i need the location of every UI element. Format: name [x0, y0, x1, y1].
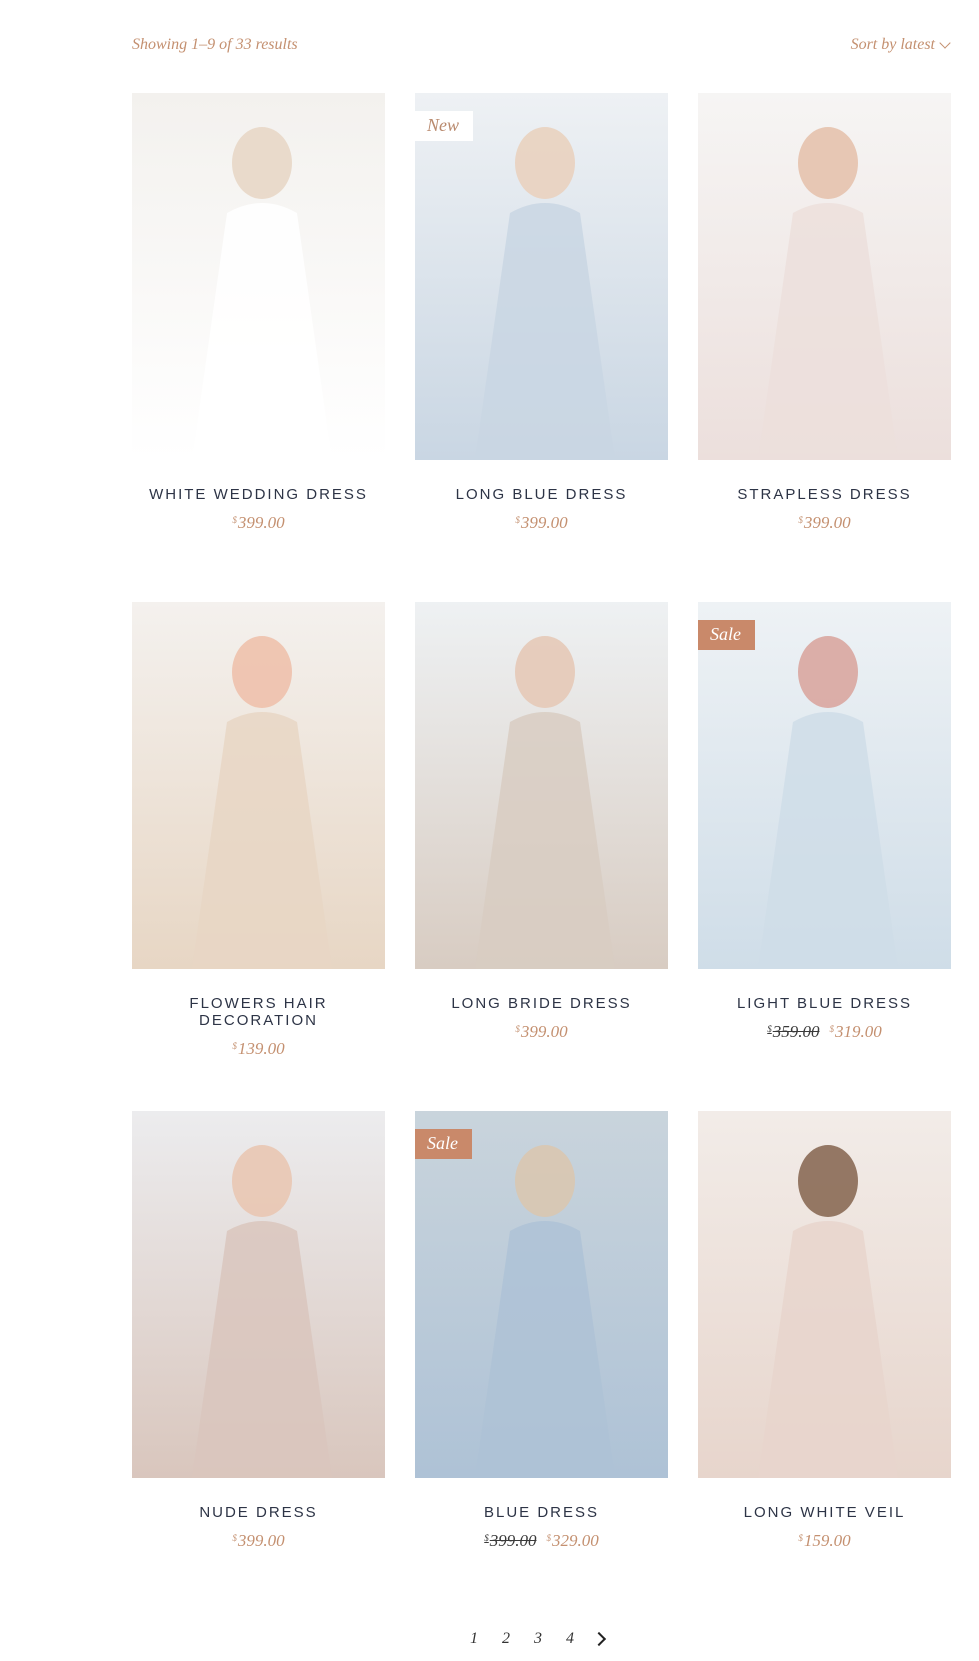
product-price: $399.00 $329.00 — [415, 1531, 668, 1551]
current-price: $399.00 — [798, 513, 851, 532]
page-link-3[interactable]: 3 — [534, 1630, 542, 1648]
product-image[interactable]: New — [415, 93, 668, 460]
product-price: $399.00 — [415, 1022, 668, 1042]
new-badge: New — [415, 111, 474, 141]
product-photo — [415, 93, 668, 460]
page-link-4[interactable]: 4 — [566, 1630, 574, 1648]
product-price: $399.00 — [132, 513, 385, 533]
product-image[interactable] — [132, 1111, 385, 1478]
pagination: 1 2 3 4 — [470, 1630, 607, 1648]
shop-toolbar: Showing 1–9 of 33 results Sort by latest — [132, 36, 951, 60]
sale-badge: Sale — [698, 620, 755, 650]
product-title[interactable]: LIGHT BLUE DRESS — [698, 995, 951, 1012]
sort-dropdown[interactable]: Sort by latest — [850, 36, 951, 54]
product-title[interactable]: LONG WHITE VEIL — [698, 1504, 951, 1521]
sort-label: Sort by latest — [850, 36, 935, 53]
product-image[interactable] — [698, 93, 951, 460]
product-price: $399.00 — [415, 513, 668, 533]
product-card[interactable]: LONG WHITE VEIL $159.00 — [698, 1111, 951, 1620]
product-price: $399.00 — [698, 513, 951, 533]
current-price: $399.00 — [232, 1531, 285, 1550]
product-image[interactable] — [132, 93, 385, 460]
product-card[interactable]: STRAPLESS DRESS $399.00 — [698, 93, 951, 602]
product-card[interactable]: LONG BRIDE DRESS $399.00 — [415, 602, 668, 1111]
product-photo — [698, 93, 951, 460]
result-count: Showing 1–9 of 33 results — [132, 36, 298, 53]
product-card[interactable]: FLOWERS HAIR DECORATION $139.00 — [132, 602, 385, 1111]
product-card[interactable]: NUDE DRESS $399.00 — [132, 1111, 385, 1620]
product-title[interactable]: STRAPLESS DRESS — [698, 486, 951, 503]
product-card[interactable]: Sale BLUE DRESS $399.00 $329.00 — [415, 1111, 668, 1620]
current-price: $399.00 — [515, 513, 568, 532]
product-price: $399.00 — [132, 1531, 385, 1551]
product-image[interactable]: Sale — [698, 602, 951, 969]
chevron-right-icon[interactable] — [591, 1631, 607, 1647]
current-price: $319.00 — [829, 1022, 882, 1041]
current-price: $399.00 — [515, 1022, 568, 1041]
product-photo — [132, 602, 385, 969]
product-price: $139.00 — [132, 1039, 385, 1059]
product-photo — [698, 1111, 951, 1478]
product-title[interactable]: LONG BLUE DRESS — [415, 486, 668, 503]
product-card[interactable]: WHITE WEDDING DRESS $399.00 — [132, 93, 385, 602]
product-photo — [415, 1111, 668, 1478]
product-card[interactable]: New LONG BLUE DRESS $399.00 — [415, 93, 668, 602]
product-photo — [132, 1111, 385, 1478]
old-price: $399.00 — [484, 1531, 537, 1550]
product-image[interactable]: Sale — [415, 1111, 668, 1478]
sale-badge: Sale — [415, 1129, 472, 1159]
page-link-1[interactable]: 1 — [470, 1630, 478, 1648]
product-photo — [415, 602, 668, 969]
product-image[interactable] — [132, 602, 385, 969]
product-photo — [132, 93, 385, 460]
product-title[interactable]: FLOWERS HAIR DECORATION — [132, 995, 385, 1029]
product-price: $159.00 — [698, 1531, 951, 1551]
product-grid: WHITE WEDDING DRESS $399.00 New LONG BLUE D… — [132, 93, 952, 1620]
page-link-2[interactable]: 2 — [502, 1630, 510, 1648]
product-title[interactable]: BLUE DRESS — [415, 1504, 668, 1521]
product-title[interactable]: WHITE WEDDING DRESS — [132, 486, 385, 503]
product-photo — [698, 602, 951, 969]
current-price: $399.00 — [232, 513, 285, 532]
product-title[interactable]: LONG BRIDE DRESS — [415, 995, 668, 1012]
chevron-down-icon — [939, 37, 951, 49]
product-card[interactable]: Sale LIGHT BLUE DRESS $359.00 $319.00 — [698, 602, 951, 1111]
product-image[interactable] — [698, 1111, 951, 1478]
product-title[interactable]: NUDE DRESS — [132, 1504, 385, 1521]
current-price: $159.00 — [798, 1531, 851, 1550]
product-image[interactable] — [415, 602, 668, 969]
current-price: $329.00 — [546, 1531, 599, 1550]
product-price: $359.00 $319.00 — [698, 1022, 951, 1042]
old-price: $359.00 — [767, 1022, 820, 1041]
current-price: $139.00 — [232, 1039, 285, 1058]
